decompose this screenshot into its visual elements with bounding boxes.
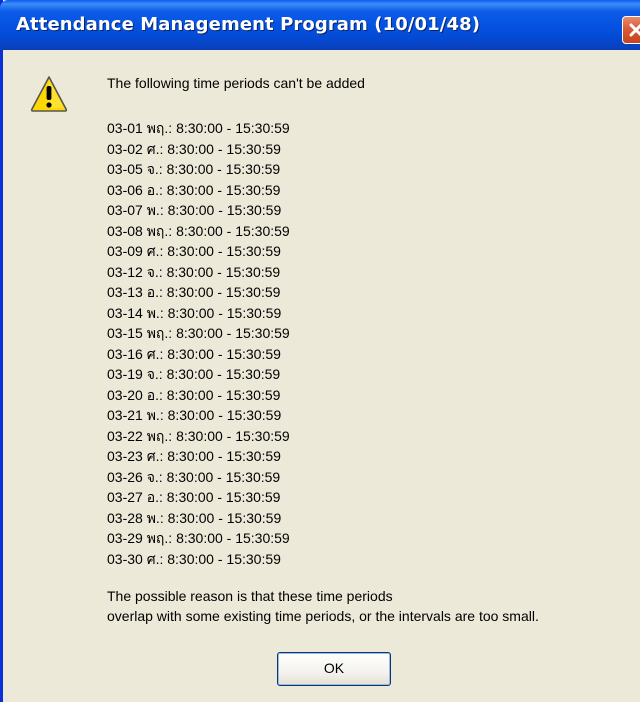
time-period-item: 03-01 พฤ.: 8:30:00 - 15:30:59 — [107, 120, 290, 136]
time-period-item: 03-29 พฤ.: 8:30:00 - 15:30:59 — [107, 530, 290, 546]
time-period-item: 03-14 พ.: 8:30:00 - 15:30:59 — [107, 304, 282, 321]
time-period-item: 03-02 ศ.: 8:30:00 - 15:30:59 — [107, 140, 281, 157]
time-period-item: 03-15 พฤ.: 8:30:00 - 15:30:59 — [107, 325, 290, 341]
time-period-list: 03-01 พฤ.: 8:30:00 - 15:30:59 03-02 ศ.: 8… — [107, 118, 290, 569]
close-icon — [629, 23, 640, 37]
reason-text: The possible reason is that these time p… — [107, 586, 539, 626]
reason-line-1: The possible reason is that these time p… — [107, 588, 393, 604]
time-period-item: 03-19 จ.: 8:30:00 - 15:30:59 — [107, 366, 281, 382]
time-period-item: 03-22 พฤ.: 8:30:00 - 15:30:59 — [107, 427, 290, 444]
time-period-item: 03-20 อ.: 8:30:00 - 15:30:59 — [107, 386, 281, 403]
time-period-item: 03-16 ศ.: 8:30:00 - 15:30:59 — [107, 345, 281, 362]
time-period-item: 03-30 ศ.: 8:30:00 - 15:30:59 — [107, 550, 281, 567]
window-title: Attendance Management Program (10/01/48) — [16, 14, 481, 35]
time-period-item: 03-12 จ.: 8:30:00 - 15:30:59 — [107, 263, 281, 280]
time-period-item: 03-23 ศ.: 8:30:00 - 15:30:59 — [107, 448, 281, 464]
time-period-item: 03-13 อ.: 8:30:00 - 15:30:59 — [107, 284, 281, 300]
error-message: The following time periods can't be adde… — [107, 75, 365, 91]
time-period-item: 03-08 พฤ.: 8:30:00 - 15:30:59 — [107, 222, 290, 239]
time-period-item: 03-21 พ.: 8:30:00 - 15:30:59 — [107, 407, 282, 423]
time-period-item: 03-26 จ.: 8:30:00 - 15:30:59 — [107, 468, 281, 485]
time-period-item: 03-06 อ.: 8:30:00 - 15:30:59 — [107, 181, 281, 198]
time-period-item: 03-05 จ.: 8:30:00 - 15:30:59 — [107, 161, 281, 177]
time-period-item: 03-28 พ.: 8:30:00 - 15:30:59 — [107, 509, 282, 526]
time-period-item: 03-27 อ.: 8:30:00 - 15:30:59 — [107, 489, 281, 505]
close-button[interactable] — [622, 16, 640, 44]
time-period-item: 03-09 ศ.: 8:30:00 - 15:30:59 — [107, 243, 281, 259]
dialog-window: Attendance Management Program (10/01/48)… — [0, 0, 640, 702]
time-period-item: 03-07 พ.: 8:30:00 - 15:30:59 — [107, 202, 282, 218]
reason-line-2: overlap with some existing time periods,… — [107, 608, 539, 624]
ok-button[interactable]: OK — [277, 652, 391, 686]
title-bar[interactable]: Attendance Management Program (10/01/48) — [0, 0, 640, 50]
warning-icon — [30, 76, 68, 112]
